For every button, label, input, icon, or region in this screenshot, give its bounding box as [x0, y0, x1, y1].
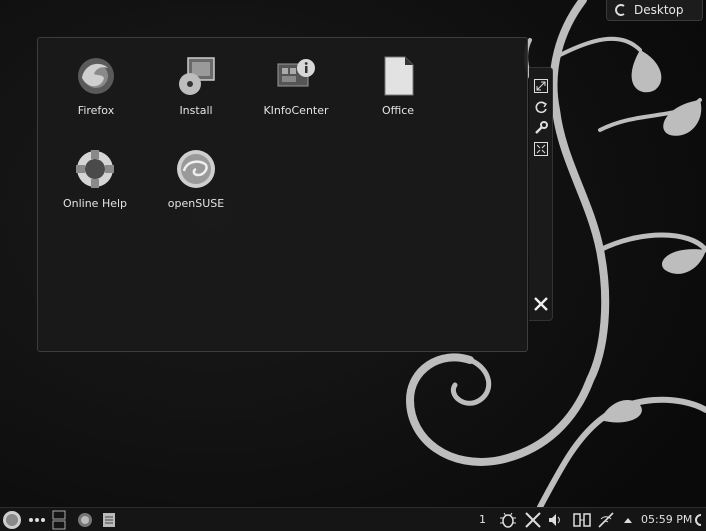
icon-label: Firefox: [77, 104, 115, 117]
desktop-icon-kinfocenter[interactable]: KInfoCenter: [251, 54, 341, 117]
icon-label: KInfoCenter: [263, 104, 329, 117]
firefox-icon: [78, 58, 114, 94]
volume-icon[interactable]: [546, 510, 564, 530]
bug-icon[interactable]: [498, 510, 518, 530]
virtual-desktop-number[interactable]: 1: [479, 513, 486, 526]
tools-icon[interactable]: [523, 510, 543, 530]
resize-icon[interactable]: [533, 78, 549, 94]
close-icon[interactable]: [533, 296, 549, 312]
rotate-icon[interactable]: [533, 99, 549, 115]
clock[interactable]: 05:59 PM: [641, 513, 692, 526]
desktop-toolbox-button[interactable]: Desktop: [606, 0, 703, 21]
online-help-icon: [76, 150, 114, 188]
more-dots-icon[interactable]: [27, 510, 47, 530]
firefox-taskbar-icon[interactable]: [76, 510, 94, 530]
network-icon[interactable]: [596, 510, 616, 530]
desktop-icon-install[interactable]: Install: [151, 54, 241, 117]
desktop-icon-firefox[interactable]: Firefox: [51, 54, 141, 117]
icon-label: openSUSE: [167, 197, 225, 210]
icon-label: Office: [381, 104, 415, 117]
install-icon: [179, 57, 215, 95]
up-arrow-icon[interactable]: [622, 510, 634, 530]
kinfocenter-icon: [277, 59, 315, 87]
desktop-icon-opensuse[interactable]: openSUSE: [151, 147, 241, 210]
icon-label: Install: [179, 104, 213, 117]
maximize-icon[interactable]: [533, 141, 549, 157]
kde-icon: [615, 4, 625, 16]
taskbar: 1 05:59 PM: [0, 507, 706, 531]
settings-wrench-icon[interactable]: [533, 120, 549, 136]
office-icon: [384, 56, 414, 96]
opensuse-icon: [177, 150, 215, 188]
icon-label: Online Help: [62, 197, 128, 210]
kde-corner-icon[interactable]: [690, 510, 704, 530]
pager-icon[interactable]: [52, 510, 66, 530]
widget-handle[interactable]: [529, 67, 553, 321]
desktop-icon-online-help[interactable]: Online Help: [50, 147, 140, 210]
desktop-icon-office[interactable]: Office: [353, 54, 443, 117]
notes-icon[interactable]: [101, 510, 117, 530]
desktop-button-label: Desktop: [634, 3, 684, 17]
battery-icon[interactable]: [571, 510, 593, 530]
folder-view-widget[interactable]: Firefox Install KInfoCenter Office Onlin…: [37, 37, 528, 352]
application-launcher-icon[interactable]: [2, 510, 22, 530]
